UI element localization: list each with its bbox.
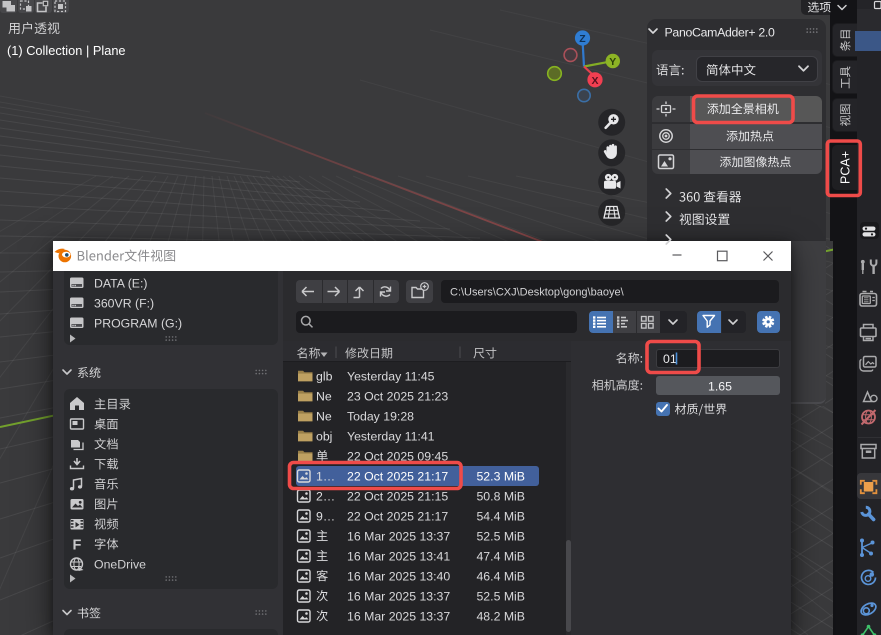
svg-text:glb: glb (316, 369, 333, 383)
svg-text:1.65: 1.65 (708, 380, 732, 394)
svg-text:16 Mar 2025 13:41: 16 Mar 2025 13:41 (347, 549, 450, 563)
svg-text:52.5 MiB: 52.5 MiB (476, 529, 525, 543)
svg-text:Today 19:28: Today 19:28 (347, 409, 414, 423)
svg-text:52.5 MiB: 52.5 MiB (476, 589, 525, 603)
svg-text:16 Mar 2025 13:37: 16 Mar 2025 13:37 (347, 529, 450, 543)
svg-text:16 Mar 2025 13:37: 16 Mar 2025 13:37 (347, 609, 450, 623)
svg-text:54.4 MiB: 54.4 MiB (476, 509, 525, 523)
svg-text:PanoCamAdder+ 2.0: PanoCamAdder+ 2.0 (665, 26, 776, 40)
svg-text:46.4 MiB: 46.4 MiB (476, 569, 525, 583)
svg-text:16 Mar 2025 13:40: 16 Mar 2025 13:40 (347, 569, 450, 583)
svg-text:360VR (F:): 360VR (F:) (94, 296, 154, 310)
svg-text:obj: obj (316, 429, 332, 443)
svg-text:9…: 9… (316, 509, 335, 523)
svg-text:Yesterday 11:45: Yesterday 11:45 (347, 369, 435, 383)
svg-text:22 Oct 2025 21:15: 22 Oct 2025 21:15 (347, 489, 448, 503)
svg-text:DATA (E:): DATA (E:) (94, 276, 148, 290)
svg-text:16 Mar 2025 13:37: 16 Mar 2025 13:37 (347, 589, 450, 603)
svg-text:PROGRAM (G:): PROGRAM (G:) (94, 316, 182, 330)
svg-text:F: F (73, 538, 82, 554)
svg-text:Ne: Ne (316, 389, 332, 403)
svg-text:1…: 1… (316, 469, 335, 483)
svg-text:C:\Users\CXJ\Desktop\gong\baoy: C:\Users\CXJ\Desktop\gong\baoye\ (450, 287, 625, 299)
svg-text:22 Oct 2025 21:17: 22 Oct 2025 21:17 (347, 469, 448, 483)
svg-text:Z: Z (579, 33, 586, 45)
svg-text:(1) Collection | Plane: (1) Collection | Plane (7, 43, 126, 58)
svg-text:Ne: Ne (316, 409, 332, 423)
svg-text:PCA+: PCA+ (839, 151, 853, 184)
svg-text:2…: 2… (316, 489, 335, 503)
svg-text:22 Oct 2025 21:17: 22 Oct 2025 21:17 (347, 509, 448, 523)
svg-text:50.8 MiB: 50.8 MiB (476, 489, 525, 503)
svg-text:X: X (591, 75, 598, 87)
svg-text:01: 01 (663, 352, 677, 366)
svg-text:Yesterday 11:41: Yesterday 11:41 (347, 429, 435, 443)
svg-text:23 Oct 2025 21:23: 23 Oct 2025 21:23 (347, 389, 448, 403)
svg-text:52.3 MiB: 52.3 MiB (476, 469, 525, 483)
svg-text:OneDrive: OneDrive (94, 558, 146, 572)
svg-text:Y: Y (609, 56, 616, 68)
svg-text:48.2 MiB: 48.2 MiB (476, 609, 525, 623)
svg-text:47.4 MiB: 47.4 MiB (476, 549, 525, 563)
